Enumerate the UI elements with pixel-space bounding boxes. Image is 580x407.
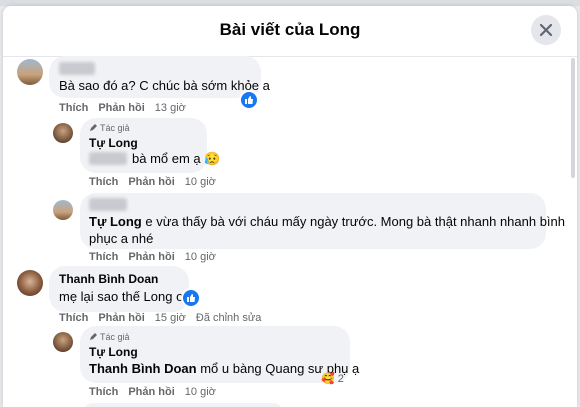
avatar[interactable] xyxy=(17,59,43,85)
comment-text: Bà sao đó a? C chúc bà sớm khỏe a xyxy=(59,78,270,93)
comment-actions: Thích Phản hồi 15 giờ Đã chỉnh sửa xyxy=(59,312,271,324)
reaction-summary[interactable]: 🥰 2 xyxy=(321,372,344,385)
timestamp[interactable]: 15 giờ xyxy=(155,312,186,324)
dialog-title: Bài viết của Long xyxy=(219,20,361,39)
avatar[interactable] xyxy=(53,123,73,143)
avatar[interactable] xyxy=(53,200,73,220)
reaction-count: 2 xyxy=(337,373,344,385)
next-comment-bubble-partial xyxy=(83,403,283,407)
mention-link[interactable]: Tự Long xyxy=(89,214,142,229)
comment-text: mẹ lại sao thế Long ơi xyxy=(59,289,188,304)
comment-actions: Thích Phản hồi 10 giờ xyxy=(89,251,226,263)
close-button[interactable] xyxy=(531,15,561,45)
redacted-author-name xyxy=(89,198,127,211)
like-reaction-badge[interactable] xyxy=(239,90,259,110)
pencil-icon xyxy=(90,333,97,340)
timestamp[interactable]: 13 giờ xyxy=(155,102,186,114)
timestamp[interactable]: 10 giờ xyxy=(185,176,216,188)
comment-text: Tự Long e vừa thấy bà với cháu mấy ngày … xyxy=(89,214,565,229)
like-link[interactable]: Thích xyxy=(59,102,88,114)
sad-emoji: 😥 xyxy=(204,151,221,166)
comment-text: Thanh Bình Doan mổ u bàng Quang sư phụ ạ xyxy=(89,361,359,376)
like-link[interactable]: Thích xyxy=(59,312,88,324)
comment-actions: Thích Phản hồi 13 giờ xyxy=(59,102,196,114)
post-dialog: Bài viết của Long Bà sao đó a? C chúc bà… xyxy=(3,6,577,407)
redacted-mention xyxy=(89,152,127,165)
thumbs-up-icon xyxy=(245,96,253,104)
comment-author[interactable]: Tự Long xyxy=(89,345,138,359)
like-reaction-badge[interactable] xyxy=(181,288,201,308)
reply-link[interactable]: Phản hồi xyxy=(128,176,174,188)
avatar[interactable] xyxy=(17,270,43,296)
comment-author[interactable]: Thanh Bình Doan xyxy=(59,272,158,286)
edited-label[interactable]: Đã chỉnh sửa xyxy=(196,312,261,324)
avatar[interactable] xyxy=(53,332,73,352)
dialog-header: Bài viết của Long xyxy=(3,6,577,57)
reply-link[interactable]: Phản hồi xyxy=(128,386,174,398)
like-link[interactable]: Thích xyxy=(89,176,118,188)
like-link[interactable]: Thích xyxy=(89,251,118,263)
thumbs-up-icon xyxy=(187,294,195,302)
comment-text-line2: phục a nhé xyxy=(89,231,154,246)
comment-text: bà mổ em ạ 😥 xyxy=(132,151,220,167)
comment-actions: Thích Phản hồi 10 giờ xyxy=(89,176,226,188)
comment-author[interactable]: Tự Long xyxy=(89,136,138,150)
mention-link[interactable]: Thanh Bình Doan xyxy=(89,361,197,376)
reply-link[interactable]: Phản hồi xyxy=(98,102,144,114)
comment-text-line1: e vừa thấy bà với cháu mấy ngày trước. M… xyxy=(141,214,566,229)
author-badge: Tác giả xyxy=(100,123,130,133)
scrollbar[interactable] xyxy=(571,58,575,178)
reply-link[interactable]: Phản hồi xyxy=(128,251,174,263)
timestamp[interactable]: 10 giờ xyxy=(185,251,216,263)
reply-link[interactable]: Phản hồi xyxy=(98,312,144,324)
timestamp[interactable]: 10 giờ xyxy=(185,386,216,398)
like-link[interactable]: Thích xyxy=(89,386,118,398)
redacted-author-name xyxy=(59,62,95,75)
comment-actions: Thích Phản hồi 10 giờ xyxy=(89,386,226,398)
care-reaction-icon: 🥰 xyxy=(321,373,335,385)
author-badge: Tác giả xyxy=(100,332,130,342)
pencil-icon xyxy=(90,124,97,131)
comment-text-body: bà mổ em ạ xyxy=(132,151,201,166)
close-icon xyxy=(539,23,553,37)
